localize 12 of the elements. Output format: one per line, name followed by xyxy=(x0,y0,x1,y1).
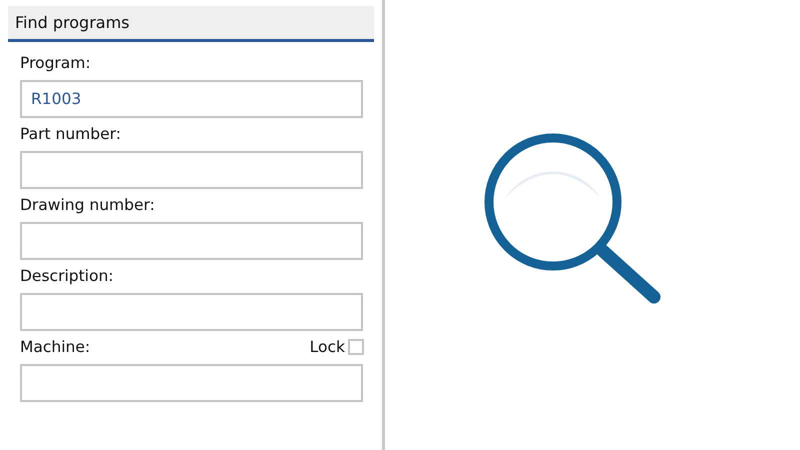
field-label: Description: xyxy=(20,267,114,285)
input-field[interactable] xyxy=(20,222,363,260)
field-label: Drawing number: xyxy=(20,196,155,214)
field-label: Program: xyxy=(20,54,91,72)
field-label: Part number: xyxy=(20,125,121,143)
lock-checkbox[interactable]: Lock xyxy=(310,338,364,356)
panel-header: Find programs xyxy=(8,6,374,42)
input-field[interactable] xyxy=(20,151,363,189)
input-field[interactable] xyxy=(20,364,363,402)
field-label: Machine: xyxy=(20,338,90,356)
input-field[interactable] xyxy=(20,293,363,331)
input-field[interactable]: R1003 xyxy=(20,80,363,118)
